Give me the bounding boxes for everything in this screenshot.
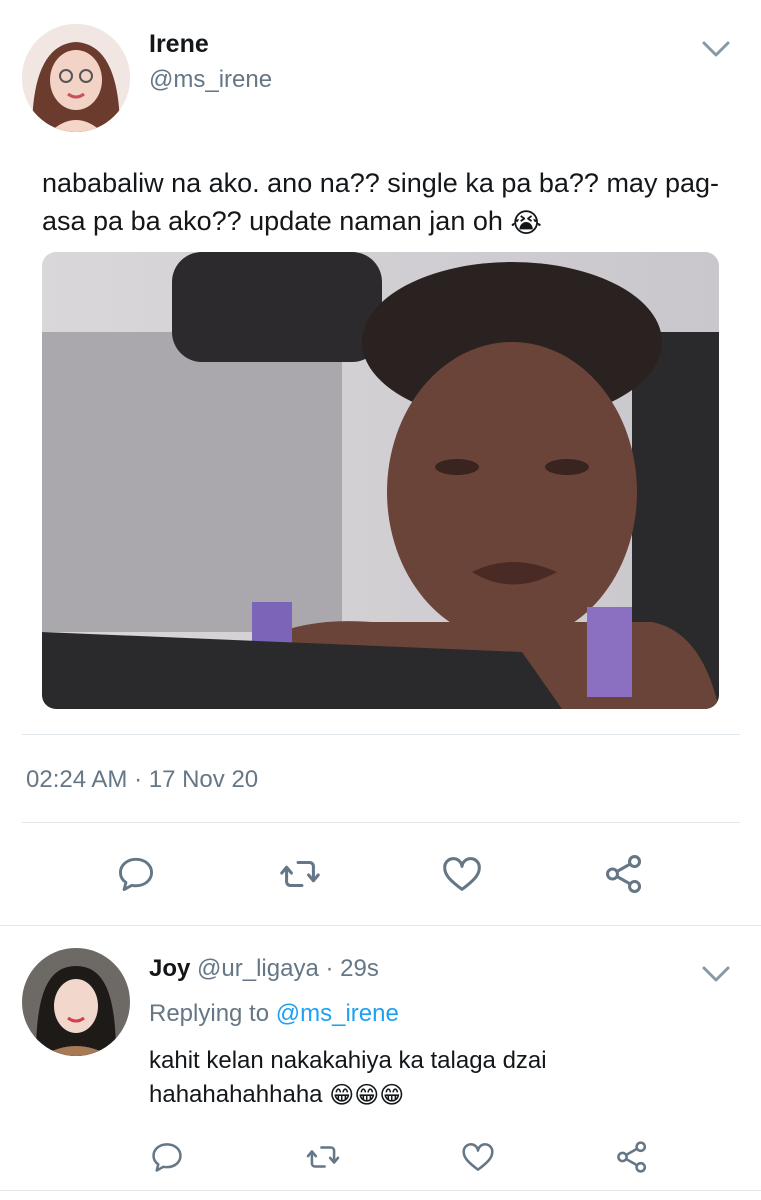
divider — [0, 1190, 761, 1191]
replying-to-label: Replying to — [149, 1000, 270, 1027]
reply-text: kahit kelan nakakahiya ka talaga dzai ha… — [149, 1044, 689, 1113]
tweet-body: nababaliw na ako. ano na?? single ka pa … — [42, 168, 719, 236]
reply-author-name[interactable]: Joy — [149, 955, 190, 982]
chevron-down-icon[interactable] — [700, 38, 732, 60]
tweet-media-image[interactable] — [42, 252, 719, 709]
author-avatar[interactable] — [22, 24, 130, 132]
tweet-text: nababaliw na ako. ano na?? single ka pa … — [42, 164, 732, 242]
like-icon[interactable] — [457, 1136, 499, 1178]
like-icon[interactable] — [438, 850, 486, 898]
chevron-down-icon[interactable] — [700, 963, 732, 985]
retweet-icon[interactable] — [302, 1136, 344, 1178]
divider — [22, 822, 740, 823]
retweet-icon[interactable] — [276, 850, 324, 898]
author-name[interactable]: Irene — [149, 30, 209, 59]
reply-author-avatar[interactable] — [22, 948, 130, 1056]
share-icon[interactable] — [600, 850, 648, 898]
replying-to-line: Replying to @ms_irene — [149, 1000, 399, 1028]
grinning-emoji: 😁😁😁 — [329, 1081, 405, 1109]
reply-time: · 29s — [325, 955, 379, 982]
divider — [0, 925, 761, 926]
divider — [22, 734, 740, 735]
replying-to-handle[interactable]: @ms_irene — [276, 1000, 399, 1027]
share-icon[interactable] — [611, 1136, 653, 1178]
reply-icon[interactable] — [112, 850, 160, 898]
crying-emoji: 😭 — [510, 207, 542, 238]
reply-icon[interactable] — [146, 1136, 188, 1178]
tweet-timestamp[interactable]: 02:24 AM · 17 Nov 20 — [26, 766, 258, 794]
reply-author-handle[interactable]: @ur_ligaya — [197, 955, 319, 982]
reply-header: Joy @ur_ligaya · 29s — [149, 955, 379, 983]
author-handle[interactable]: @ms_irene — [149, 66, 272, 94]
